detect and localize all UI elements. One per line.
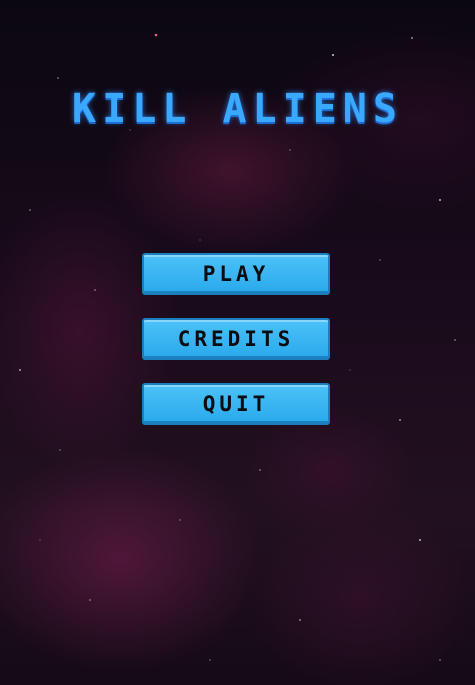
credits-button[interactable]: CREDITS (142, 318, 330, 360)
play-button[interactable]: PLAY (142, 253, 330, 295)
credits-button-label: CREDITS (177, 327, 295, 351)
quit-button-label: QUIT (202, 392, 270, 416)
quit-button[interactable]: QUIT (142, 383, 330, 425)
game-title: KILL ALIENS (72, 86, 403, 132)
play-button-label: PLAY (202, 262, 270, 286)
